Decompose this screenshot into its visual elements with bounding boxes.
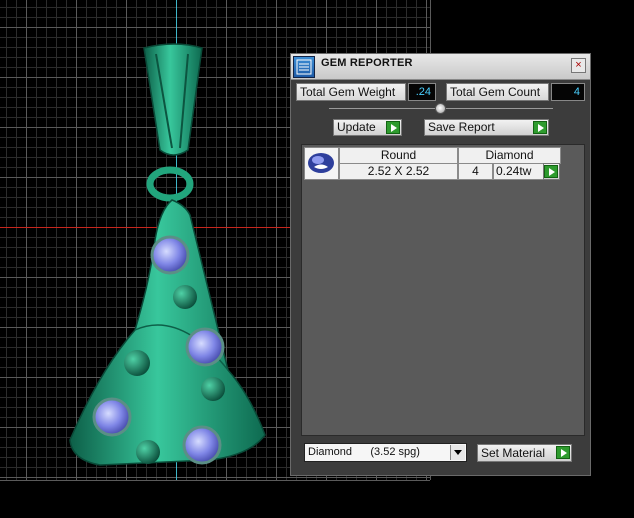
close-button[interactable]: × [571, 58, 586, 73]
panel-titlebar[interactable]: GEM REPORTER × [291, 54, 590, 80]
gem-reporter-panel: GEM REPORTER × Total Gem Weight .24 Tota… [290, 53, 591, 476]
panel-splitter-handle[interactable] [435, 103, 446, 114]
gem-4 [182, 425, 222, 465]
update-button-label: Update [337, 120, 376, 134]
total-gem-count-value: 4 [551, 83, 585, 101]
material-select[interactable]: Diamond (3.52 spg) [304, 443, 467, 462]
total-gem-weight-label: Total Gem Weight [296, 83, 406, 101]
column-header-shape: Round [339, 147, 458, 164]
gem-count: 4 [458, 163, 493, 180]
pendant-model[interactable] [60, 40, 280, 480]
gem-3 [92, 397, 132, 437]
pendant-bail [143, 43, 203, 156]
material-select-value: Diamond (3.52 spg) [308, 446, 420, 458]
save-report-button-label: Save Report [428, 120, 495, 134]
gem-2 [185, 327, 225, 367]
close-icon: × [575, 59, 582, 71]
round-gem-icon [304, 147, 339, 180]
grid-border-bottom [0, 480, 430, 481]
gem-list-row[interactable]: Round Diamond 2.52 X 2.52 4 0.24tw [304, 147, 561, 180]
gem-list[interactable]: Round Diamond 2.52 X 2.52 4 0.24tw [301, 144, 585, 436]
panel-title: GEM REPORTER [321, 57, 413, 69]
row-action-button[interactable] [543, 163, 560, 180]
update-button[interactable]: Update [333, 119, 402, 136]
gem-size: 2.52 X 2.52 [339, 163, 458, 180]
total-gem-count-label: Total Gem Count [446, 83, 549, 101]
play-arrow-icon [544, 165, 558, 178]
save-report-button[interactable]: Save Report [424, 119, 549, 136]
set-material-button-label: Set Material [481, 446, 546, 460]
gem-weight: 0.24tw [493, 163, 545, 180]
pendant-ring [146, 166, 194, 202]
gem-reporter-app-icon [293, 56, 315, 78]
total-gem-weight-value: .24 [408, 83, 436, 101]
play-arrow-icon [386, 121, 400, 134]
play-arrow-icon [533, 121, 547, 134]
gem-1 [150, 235, 190, 275]
chevron-down-icon[interactable] [450, 445, 465, 460]
set-material-button[interactable]: Set Material [477, 444, 572, 462]
play-arrow-icon [556, 446, 570, 459]
column-header-material: Diamond [458, 147, 561, 164]
